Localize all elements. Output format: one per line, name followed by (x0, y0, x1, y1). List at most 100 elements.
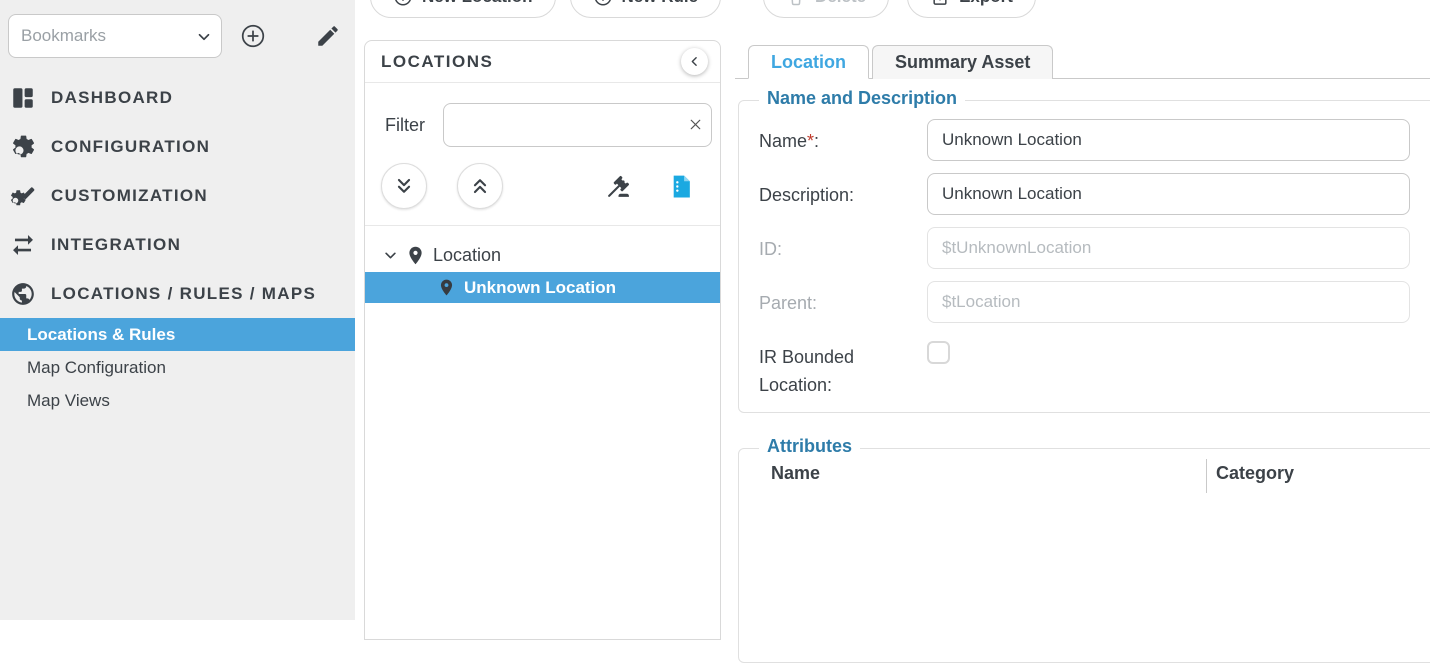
export-icon (930, 0, 950, 7)
edit-bookmarks-button[interactable] (315, 23, 341, 49)
id-field (927, 227, 1410, 269)
bookmarks-select-value: Bookmarks (21, 26, 106, 46)
sidebar-subitem-locations-rules[interactable]: Locations & Rules (0, 318, 355, 351)
name-field[interactable] (927, 119, 1410, 161)
attributes-column-category: Category (1216, 463, 1294, 484)
chevron-down-icon[interactable] (383, 248, 398, 263)
sidebar-subitem-label: Map Views (27, 391, 110, 411)
tab-label: Location (771, 52, 846, 73)
filter-input[interactable] (443, 103, 712, 147)
rules-gavel-button[interactable] (606, 174, 631, 199)
detail-tabs: Location Summary Asset (735, 44, 1430, 79)
location-tree: Location Unknown Location (365, 226, 720, 303)
tree-node-label: Location (433, 245, 501, 266)
plus-circle-icon (393, 0, 413, 7)
gavel-icon (606, 174, 631, 199)
new-location-button[interactable]: New Location (370, 0, 556, 18)
locations-panel: LOCATIONS Filter Location (364, 40, 721, 640)
new-rule-button[interactable]: New Rule (570, 0, 722, 18)
detail-panel: Location Summary Asset Name and Descript… (735, 0, 1430, 620)
bookmarks-select[interactable]: Bookmarks (8, 14, 222, 58)
sidebar: Bookmarks DASHBOARD CONFIGURATION CUSTOM… (0, 0, 355, 620)
ir-bounded-row: IR Bounded Location: (759, 335, 1430, 400)
ir-bounded-checkbox[interactable] (927, 341, 950, 364)
document-icon (669, 174, 694, 199)
tab-location[interactable]: Location (748, 45, 869, 79)
sidebar-item-locations-rules-maps[interactable]: LOCATIONS / RULES / MAPS (0, 269, 355, 318)
locations-panel-title: LOCATIONS (381, 52, 493, 72)
sidebar-item-integration[interactable]: INTEGRATION (0, 220, 355, 269)
name-row: Name*: (759, 119, 1430, 161)
parent-field (927, 281, 1410, 323)
sidebar-item-configuration[interactable]: CONFIGURATION (0, 122, 355, 171)
sidebar-subitem-label: Map Configuration (27, 358, 166, 378)
collapse-all-icon (469, 175, 491, 197)
trash-icon (786, 0, 806, 7)
parent-label: Parent: (759, 281, 927, 323)
tab-label: Summary Asset (895, 52, 1030, 73)
sidebar-item-label: INTEGRATION (51, 235, 181, 255)
plus-circle-icon (240, 23, 266, 49)
sidebar-item-label: LOCATIONS / RULES / MAPS (51, 284, 316, 304)
collapse-panel-button[interactable] (681, 48, 708, 75)
column-divider (1206, 459, 1207, 493)
sidebar-item-customization[interactable]: CUSTOMIZATION (0, 171, 355, 220)
bookmark-row: Bookmarks (8, 14, 347, 58)
collapse-all-button[interactable] (457, 163, 503, 209)
plus-circle-icon (593, 0, 613, 7)
delete-label: Delete (815, 0, 866, 7)
sidebar-subitem-map-views[interactable]: Map Views (0, 384, 355, 417)
globe-icon (10, 281, 36, 307)
filter-label: Filter (385, 115, 425, 136)
description-field[interactable] (927, 173, 1410, 215)
required-asterisk: * (807, 131, 814, 151)
tree-toolbar (365, 163, 720, 209)
delete-button[interactable]: Delete (763, 0, 889, 18)
description-label: Description: (759, 173, 927, 215)
pencil-icon (315, 23, 341, 49)
sidebar-item-dashboard[interactable]: DASHBOARD (0, 73, 355, 122)
sidebar-nav: DASHBOARD CONFIGURATION CUSTOMIZATION IN… (0, 73, 355, 417)
new-rule-label: New Rule (622, 0, 699, 7)
chevron-down-icon (195, 28, 213, 46)
fieldset-legend: Name and Description (759, 88, 965, 109)
name-description-fieldset: Name and Description Name*: Description:… (738, 100, 1430, 413)
description-row: Description: (759, 173, 1430, 215)
id-row: ID: (759, 227, 1430, 269)
attributes-column-name: Name (771, 463, 820, 483)
id-label: ID: (759, 227, 927, 269)
expand-all-button[interactable] (381, 163, 427, 209)
location-form: Name*: Description: ID: Parent: IR Bound… (739, 101, 1430, 400)
map-pin-icon (437, 278, 456, 297)
export-label: Export (959, 0, 1013, 7)
gear-pencil-icon (10, 183, 36, 209)
attributes-fieldset: Attributes Name Category (738, 448, 1430, 663)
swap-arrows-icon (10, 232, 36, 258)
clear-filter-icon[interactable] (687, 116, 704, 133)
name-label: Name*: (759, 119, 927, 161)
export-button[interactable]: Export (907, 0, 1036, 18)
chevron-left-icon (688, 55, 701, 68)
new-location-label: New Location (422, 0, 533, 7)
document-button[interactable] (669, 174, 694, 199)
sidebar-item-label: CONFIGURATION (51, 137, 210, 157)
parent-row: Parent: (759, 281, 1430, 323)
attributes-table-header: Name Category (739, 449, 1430, 484)
gear-icon (10, 134, 36, 160)
tab-summary-asset[interactable]: Summary Asset (872, 45, 1053, 79)
tree-node-label: Unknown Location (464, 278, 616, 298)
expand-all-icon (393, 175, 415, 197)
sidebar-subitem-label: Locations & Rules (27, 325, 175, 345)
dashboard-icon (10, 85, 36, 111)
tree-node-location[interactable]: Location (365, 240, 720, 270)
add-bookmark-button[interactable] (240, 23, 266, 49)
filter-row: Filter (385, 103, 712, 147)
sidebar-item-label: DASHBOARD (51, 88, 173, 108)
map-pin-icon (405, 245, 426, 266)
sidebar-item-label: CUSTOMIZATION (51, 186, 208, 206)
locations-panel-header: LOCATIONS (365, 41, 720, 83)
ir-bounded-label: IR Bounded Location: (759, 335, 909, 400)
sidebar-subitem-map-configuration[interactable]: Map Configuration (0, 351, 355, 384)
tree-node-unknown-location[interactable]: Unknown Location (365, 272, 720, 303)
action-toolbar: New Location New Rule Delete Export (370, 0, 1036, 18)
